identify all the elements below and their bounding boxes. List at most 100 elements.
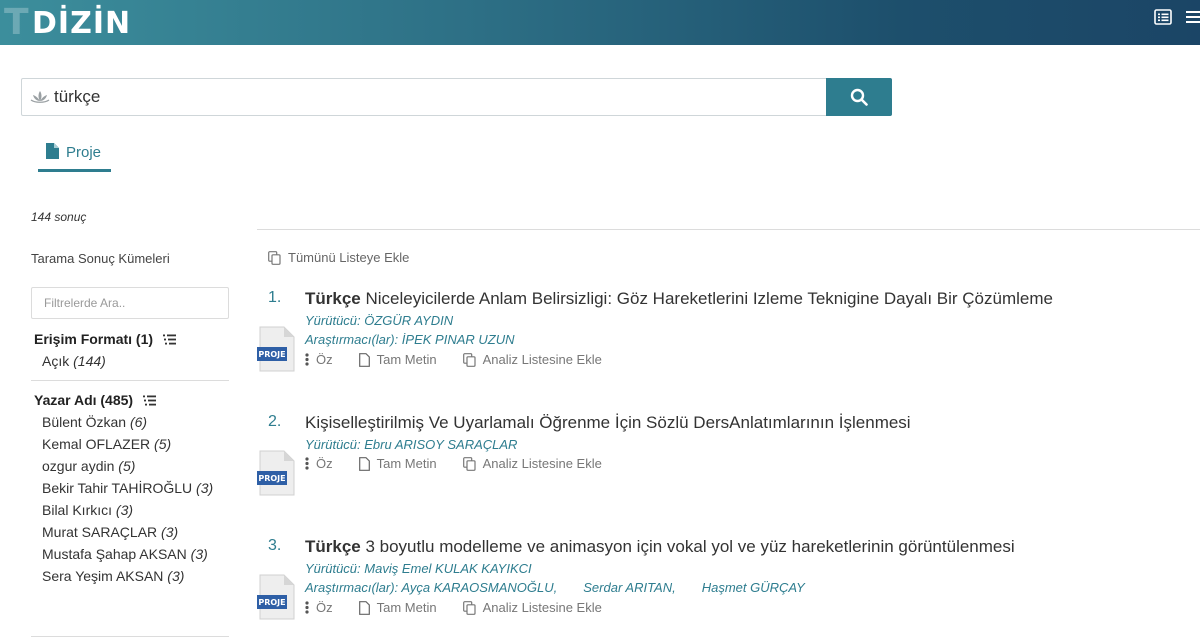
result-researchers: Araştırmacı(lar): İPEK PINAR UZUN bbox=[305, 332, 514, 347]
copy-icon bbox=[462, 600, 476, 615]
action-label: Tam Metin bbox=[376, 352, 437, 367]
researcher-link[interactable]: İPEK PINAR UZUN bbox=[402, 332, 515, 347]
action-label: Analiz Listesine Ekle bbox=[482, 600, 602, 615]
facet-item-count: (5) bbox=[118, 458, 136, 474]
facet-header[interactable]: Erişim Formatı (1) bbox=[31, 328, 229, 350]
logo-text: DİZİN bbox=[32, 6, 132, 41]
add-to-analysis-list-button[interactable]: Analiz Listesine Ekle bbox=[462, 456, 602, 471]
project-file-icon: PROJE bbox=[257, 450, 295, 496]
divider bbox=[257, 229, 1200, 230]
search-bar bbox=[21, 78, 892, 116]
researcher-link[interactable]: Ayça KARAOSMANOĞLU, bbox=[401, 580, 557, 595]
result-item: 3. Türkçe 3 boyutlu modelleme ve animasy… bbox=[257, 537, 1187, 621]
add-all-to-list-button[interactable]: Tümünü Listeye Ekle bbox=[268, 250, 409, 265]
search-button[interactable] bbox=[826, 78, 892, 116]
facet-item[interactable]: Murat SARAÇLAR (3) bbox=[31, 521, 229, 543]
title-highlight: Türkçe bbox=[305, 537, 361, 556]
result-executor[interactable]: Yürütücü: ÖZGÜR AYDIN bbox=[305, 313, 453, 328]
action-label: Öz bbox=[316, 456, 333, 471]
facet-item[interactable]: Sera Yeşim AKSAN (3) bbox=[31, 565, 229, 587]
title-text: Kişiselleştirilmiş Ve Uyarlamalı Öğrenme… bbox=[305, 413, 911, 432]
project-file-icon: PROJE bbox=[257, 326, 295, 372]
add-to-analysis-list-button[interactable]: Analiz Listesine Ekle bbox=[462, 352, 602, 367]
result-item: 1. Türkçe Niceleyicilerde Anlam Belirsiz… bbox=[257, 289, 1187, 373]
result-title[interactable]: Türkçe Niceleyicilerde Anlam Belirsizlig… bbox=[305, 289, 1053, 309]
facet-item-label: Bekir Tahir TAHİROĞLU bbox=[42, 480, 193, 496]
facet-item[interactable]: Açık (144) bbox=[31, 350, 229, 372]
abstract-button[interactable]: Öz bbox=[305, 352, 333, 367]
facet-item-label: Kemal OFLAZER bbox=[42, 436, 151, 452]
result-executor[interactable]: Yürütücü: Maviş Emel KULAK KAYIKCI bbox=[305, 561, 532, 576]
facet-header[interactable]: Yazar Adı (485) bbox=[31, 389, 229, 411]
file-icon bbox=[358, 600, 370, 615]
result-title[interactable]: Türkçe 3 boyutlu modelleme ve animasyon … bbox=[305, 537, 1015, 557]
action-label: Tam Metin bbox=[376, 600, 437, 615]
facet-item-label: Mustafa Şahap AKSAN bbox=[42, 546, 187, 562]
facet-item-count: (3) bbox=[196, 480, 214, 496]
file-badge-text: PROJE bbox=[258, 598, 285, 607]
result-title[interactable]: Kişiselleştirilmiş Ve Uyarlamalı Öğrenme… bbox=[305, 413, 911, 433]
facet-item[interactable]: Bilal Kırkıcı (3) bbox=[31, 499, 229, 521]
result-count: 144 sonuç bbox=[31, 210, 87, 224]
list-view-icon[interactable] bbox=[1154, 9, 1172, 25]
facet-item-count: (3) bbox=[115, 502, 134, 518]
file-badge-text: PROJE bbox=[258, 350, 285, 359]
facet-item-label: Bülent Özkan bbox=[42, 414, 127, 430]
title-text: Niceleyicilerde Anlam Belirsizligi: Göz … bbox=[360, 289, 1053, 308]
result-actions: Öz Tam Metin Analiz Listesine Ekle bbox=[305, 456, 628, 471]
document-icon bbox=[46, 143, 59, 159]
menu-icon[interactable] bbox=[1186, 9, 1200, 25]
result-executor[interactable]: Yürütücü: Ebru ARISOY SARAÇLAR bbox=[305, 437, 517, 452]
file-badge-text: PROJE bbox=[258, 474, 285, 483]
facet-divider bbox=[31, 636, 229, 637]
tab-proje[interactable]: Proje bbox=[38, 140, 111, 172]
facet-item[interactable]: Bülent Özkan (6) bbox=[31, 411, 229, 433]
search-icon bbox=[850, 88, 868, 106]
search-input[interactable] bbox=[54, 80, 844, 114]
facet-item-label: Açık bbox=[42, 353, 70, 369]
result-number: 3. bbox=[268, 537, 282, 554]
copy-icon bbox=[462, 352, 476, 367]
file-icon bbox=[358, 456, 370, 471]
more-vertical-icon bbox=[305, 601, 309, 614]
result-item: 2. Kişiselleştirilmiş Ve Uyarlamalı Öğre… bbox=[257, 413, 1187, 497]
result-number: 1. bbox=[268, 289, 282, 306]
result-number: 2. bbox=[268, 413, 282, 430]
add-all-label: Tümünü Listeye Ekle bbox=[288, 250, 410, 265]
facet-item[interactable]: Bekir Tahir TAHİROĞLU (3) bbox=[31, 477, 229, 499]
facet-item-label: Sera Yeşim AKSAN bbox=[42, 568, 164, 584]
result-actions: Öz Tam Metin Analiz Listesine Ekle bbox=[305, 600, 628, 615]
researchers-label: Araştırmacı(lar): bbox=[305, 580, 399, 595]
sort-list-icon[interactable] bbox=[163, 334, 177, 345]
action-label: Analiz Listesine Ekle bbox=[482, 352, 602, 367]
facet-item-label: Murat SARAÇLAR bbox=[42, 524, 158, 540]
more-vertical-icon bbox=[305, 353, 309, 366]
researcher-link[interactable]: Serdar ARITAN, bbox=[583, 580, 675, 595]
full-text-button[interactable]: Tam Metin bbox=[358, 600, 437, 615]
dizin-logo[interactable]: T DİZİN bbox=[4, 2, 134, 43]
facet-filter-input[interactable] bbox=[31, 287, 229, 319]
facets-title: Tarama Sonuç Kümeleri bbox=[31, 251, 170, 266]
action-label: Öz bbox=[316, 352, 333, 367]
full-text-button[interactable]: Tam Metin bbox=[358, 352, 437, 367]
facet-group-access-format: Erişim Formatı (1) Açık (144) bbox=[31, 328, 229, 372]
add-to-analysis-list-button[interactable]: Analiz Listesine Ekle bbox=[462, 600, 602, 615]
abstract-button[interactable]: Öz bbox=[305, 600, 333, 615]
facet-item[interactable]: Mustafa Şahap AKSAN (3) bbox=[31, 543, 229, 565]
abstract-button[interactable]: Öz bbox=[305, 456, 333, 471]
logo-t-mark: T bbox=[4, 2, 29, 43]
lotus-icon bbox=[30, 89, 50, 105]
facet-item-count: (144) bbox=[73, 353, 106, 369]
result-researchers: Araştırmacı(lar): Ayça KARAOSMANOĞLU, Ser… bbox=[305, 580, 805, 595]
facet-item[interactable]: ozgur aydin (5) bbox=[31, 455, 229, 477]
sort-list-icon[interactable] bbox=[143, 395, 157, 406]
full-text-button[interactable]: Tam Metin bbox=[358, 456, 437, 471]
facet-group-author: Yazar Adı (485) Bülent Özkan (6) Kemal O… bbox=[31, 389, 229, 587]
facet-item-count: (6) bbox=[129, 414, 148, 430]
facet-header-label: Erişim Formatı (1) bbox=[34, 331, 154, 347]
researcher-link[interactable]: Haşmet GÜRÇAY bbox=[702, 580, 805, 595]
action-label: Öz bbox=[316, 600, 333, 615]
tab-label: Proje bbox=[66, 144, 102, 161]
facet-item[interactable]: Kemal OFLAZER (5) bbox=[31, 433, 229, 455]
researchers-label: Araştırmacı(lar): bbox=[305, 332, 399, 347]
